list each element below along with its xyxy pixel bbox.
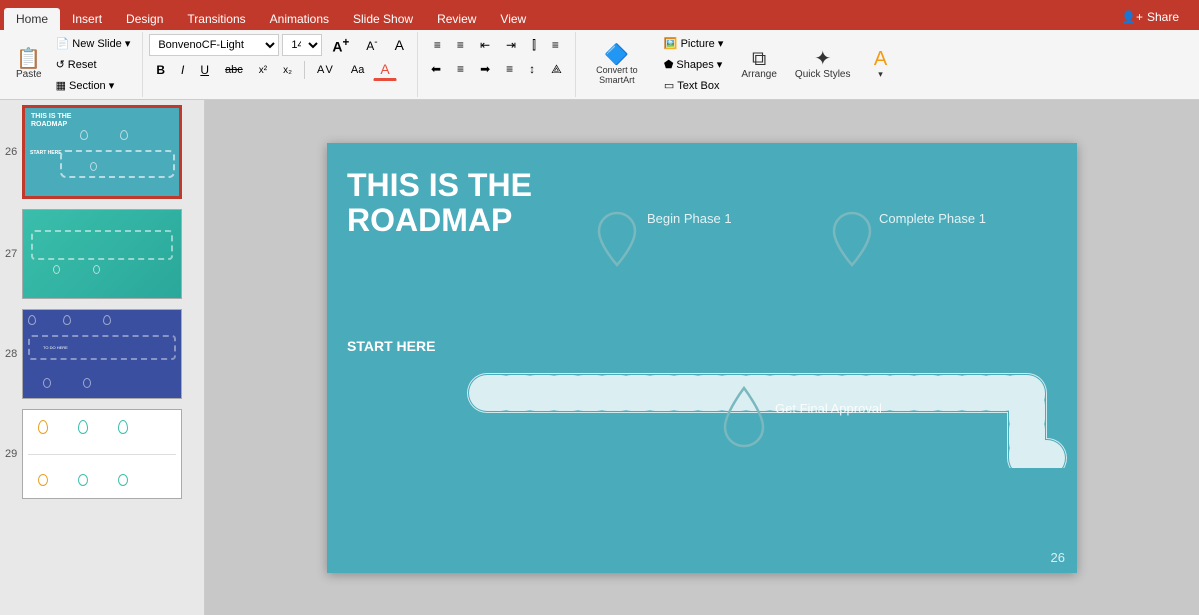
- tab-slideshow[interactable]: Slide Show: [341, 8, 425, 30]
- italic-button[interactable]: I: [174, 59, 191, 81]
- font-size-down-button[interactable]: A-: [359, 34, 384, 56]
- slides-panel: 26 THIS IS THEROADMAP START HERE 27: [0, 100, 205, 615]
- pin-3-icon: [717, 383, 772, 458]
- section-button[interactable]: ▦ Section ▾: [50, 76, 137, 95]
- clipboard-content: 📋 Paste 📄 New Slide ▾ ↺ Reset ▦ Section …: [10, 34, 136, 95]
- slide-29-thumbnail[interactable]: [22, 409, 182, 499]
- smartart-icon: 🔷: [604, 45, 629, 65]
- font-color2-icon: A: [874, 49, 887, 69]
- pin-2: Complete Phase 1: [827, 203, 877, 286]
- clear-format-button[interactable]: A: [388, 34, 411, 56]
- tab-animations[interactable]: Animations: [258, 8, 341, 30]
- shapes-icon: ⬟: [664, 58, 674, 71]
- pin-1-icon: [592, 203, 642, 283]
- slide-26-number: 26: [5, 146, 17, 158]
- arrange-button[interactable]: ⧉ Arrange: [735, 37, 783, 92]
- text-direction-button[interactable]: ⟁: [544, 58, 569, 80]
- superscript-button[interactable]: x²: [252, 59, 274, 81]
- tab-review[interactable]: Review: [425, 8, 488, 30]
- line-space-button[interactable]: ↕: [522, 58, 542, 80]
- section-icon: ▦: [56, 79, 66, 92]
- slide-canvas[interactable]: THIS IS THE ROADMAP START HERE Begin Pha…: [327, 143, 1077, 573]
- tab-insert[interactable]: Insert: [60, 8, 114, 30]
- justify-button[interactable]: ≡: [499, 58, 520, 80]
- pin-3: Get Final Approval: [717, 383, 772, 461]
- convert-to-smartart-button[interactable]: 🔷 Convert to SmartArt: [582, 37, 652, 92]
- tab-home[interactable]: Home: [4, 8, 60, 30]
- reset-icon: ↺: [56, 58, 65, 71]
- pin-2-icon: [827, 203, 877, 283]
- bold-button[interactable]: B: [149, 59, 172, 81]
- align-right-button[interactable]: ➡: [473, 58, 497, 80]
- canvas-area: THIS IS THE ROADMAP START HERE Begin Pha…: [205, 100, 1199, 615]
- text-box-button[interactable]: ▭ Text Box: [658, 76, 729, 95]
- pin-1: Begin Phase 1: [592, 203, 642, 286]
- font-family-select[interactable]: BonvenoCF-Light: [149, 34, 279, 56]
- slide-title: THIS IS THE ROADMAP: [347, 168, 532, 238]
- strikethrough-button[interactable]: abc: [218, 59, 250, 81]
- slide-27-number: 27: [5, 248, 17, 260]
- start-here-label: START HERE: [347, 338, 435, 354]
- slide-28-thumbnail[interactable]: TO DO HERE: [22, 309, 182, 399]
- ribbon-body: 📋 Paste 📄 New Slide ▾ ↺ Reset ▦ Section …: [0, 30, 1199, 100]
- align-left-button[interactable]: ⬅: [424, 58, 448, 80]
- new-slide-dropdown-icon: ▾: [125, 37, 131, 50]
- clipboard-group: 📋 Paste 📄 New Slide ▾ ↺ Reset ▦ Section …: [4, 32, 143, 97]
- slide-27-thumbnail[interactable]: [22, 209, 182, 299]
- numbered-button[interactable]: ≡: [450, 34, 471, 56]
- main-area: 26 THIS IS THEROADMAP START HERE 27: [0, 100, 1199, 615]
- ribbon: Home Insert Design Transitions Animation…: [0, 0, 1199, 30]
- slide-29-number: 29: [5, 448, 17, 460]
- picture-button[interactable]: 🖼️ Picture ▾: [658, 34, 729, 53]
- text-case-button[interactable]: Aa: [344, 59, 371, 81]
- bullets-button[interactable]: ≡: [427, 34, 448, 56]
- new-slide-icon: 📄: [56, 37, 70, 50]
- subscript-button[interactable]: x₂: [276, 59, 299, 81]
- align-center-button[interactable]: ≡: [450, 58, 471, 80]
- col-button[interactable]: ⫿: [525, 34, 543, 56]
- paste-button[interactable]: 📋 Paste: [10, 37, 48, 92]
- font-size-up-button[interactable]: A+: [325, 34, 356, 56]
- text-box-icon: ▭: [664, 79, 674, 92]
- shapes-dropdown-icon: ▾: [717, 58, 723, 71]
- shapes-button[interactable]: ⬟ Shapes ▾: [658, 55, 729, 74]
- font-color-button[interactable]: A: [373, 59, 396, 81]
- tab-transitions[interactable]: Transitions: [175, 8, 257, 30]
- pin-2-label: Complete Phase 1: [879, 211, 986, 226]
- indent-more-button[interactable]: ⇥: [499, 34, 523, 56]
- section-dropdown-icon: ▾: [109, 79, 115, 92]
- tab-design[interactable]: Design: [114, 8, 175, 30]
- share-button[interactable]: 👤+ Share: [1109, 6, 1191, 28]
- align-button[interactable]: ≡: [545, 34, 566, 56]
- quick-styles-button[interactable]: ✦ Quick Styles: [789, 37, 857, 92]
- font-size-select[interactable]: 14: [282, 34, 322, 56]
- slide-number-badge: 26: [1051, 550, 1065, 565]
- picture-icon: 🖼️: [664, 37, 678, 50]
- underline-button[interactable]: U: [193, 59, 216, 81]
- reset-button[interactable]: ↺ Reset: [50, 55, 137, 74]
- new-slide-button[interactable]: 📄 New Slide ▾: [50, 34, 137, 53]
- tab-view[interactable]: View: [488, 8, 538, 30]
- font-color2-button[interactable]: A ▾: [863, 37, 899, 92]
- char-spacing-button[interactable]: AV: [310, 59, 342, 81]
- font-group: BonvenoCF-Light 14 A+ A- A B I U abc x² …: [143, 32, 418, 97]
- slide-28-number: 28: [5, 348, 17, 360]
- paste-icon: 📋: [16, 49, 41, 69]
- paragraph-group: ≡ ≡ ⇤ ⇥ ⫿ ≡ ⬅ ≡ ➡ ≡ ↕ ⟁: [418, 32, 576, 97]
- slide-26-thumbnail[interactable]: THIS IS THEROADMAP START HERE: [22, 105, 182, 199]
- quick-styles-icon: ✦: [814, 49, 831, 69]
- indent-less-button[interactable]: ⇤: [473, 34, 497, 56]
- arrange-icon: ⧉: [752, 49, 766, 69]
- pin-3-label: Get Final Approval: [775, 401, 882, 416]
- drawing-group: 🔷 Convert to SmartArt 🖼️ Picture ▾ ⬟ Sha…: [576, 32, 905, 97]
- pin-1-label: Begin Phase 1: [647, 211, 732, 226]
- ribbon-tabs: Home Insert Design Transitions Animation…: [0, 0, 1199, 30]
- share-icon: 👤+: [1121, 10, 1143, 24]
- picture-dropdown-icon: ▾: [718, 37, 724, 50]
